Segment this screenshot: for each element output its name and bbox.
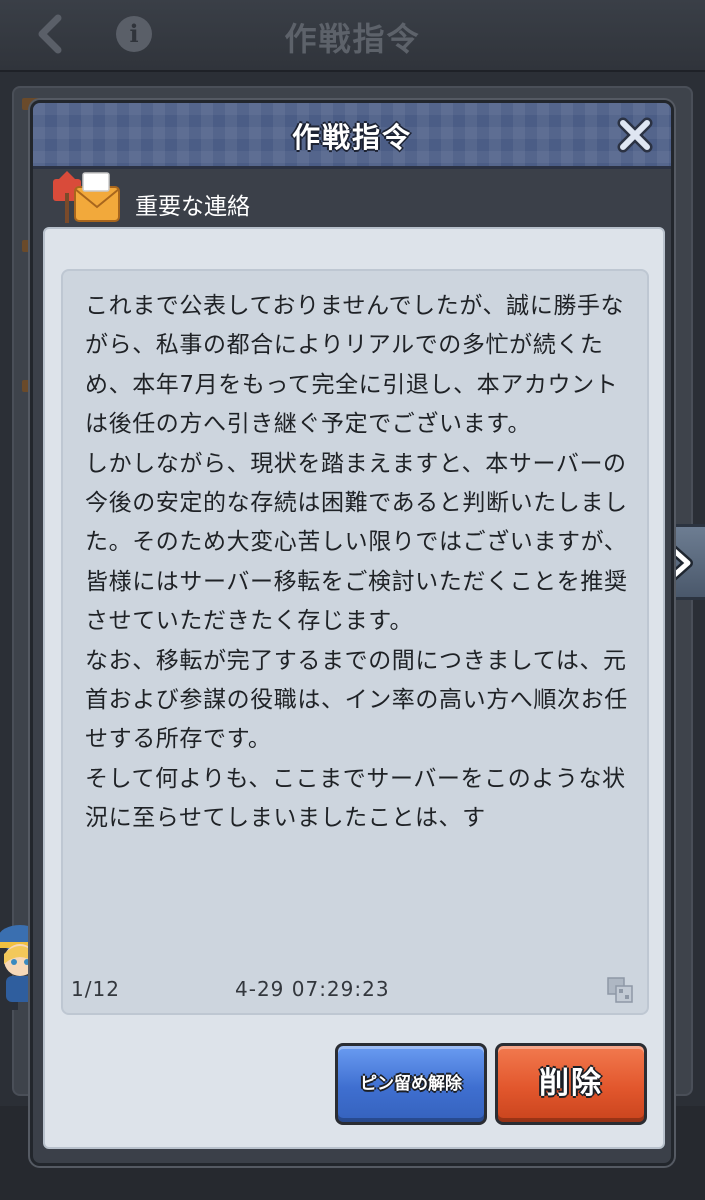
background-title: 作戦指令 [284, 20, 421, 58]
message-panel: これまで公表しておりませんでしたが、誠に勝手ながら、私事の都合によりリアルでの多… [43, 227, 665, 1149]
dialog-title: 作戦指令 [291, 121, 412, 154]
background-header: i 作戦指令 [0, 0, 705, 72]
dialog-header: 作戦指令 [33, 103, 671, 169]
mail-icon [53, 171, 120, 223]
delete-button[interactable]: 削除 [495, 1043, 647, 1125]
page-indicator: 1/12 [71, 977, 120, 1001]
message-body-box[interactable]: これまで公表しておりませんでしたが、誠に勝手ながら、私事の都合によりリアルでの多… [61, 269, 649, 1015]
message-body: これまで公表しておりませんでしたが、誠に勝手ながら、私事の都合によりリアルでの多… [85, 293, 628, 832]
copy-icon[interactable] [605, 975, 635, 1005]
message-subject: 重要な連絡 [135, 194, 250, 220]
close-icon[interactable] [617, 117, 653, 153]
message-timestamp: 4-29 07:29:23 [235, 977, 390, 1001]
unpin-button[interactable]: ピン留め解除 [335, 1043, 487, 1125]
message-dialog: 作戦指令 重要な連絡 これまで公表しておりませんでしたが、誠に勝手ながら、私事の… [30, 100, 674, 1166]
